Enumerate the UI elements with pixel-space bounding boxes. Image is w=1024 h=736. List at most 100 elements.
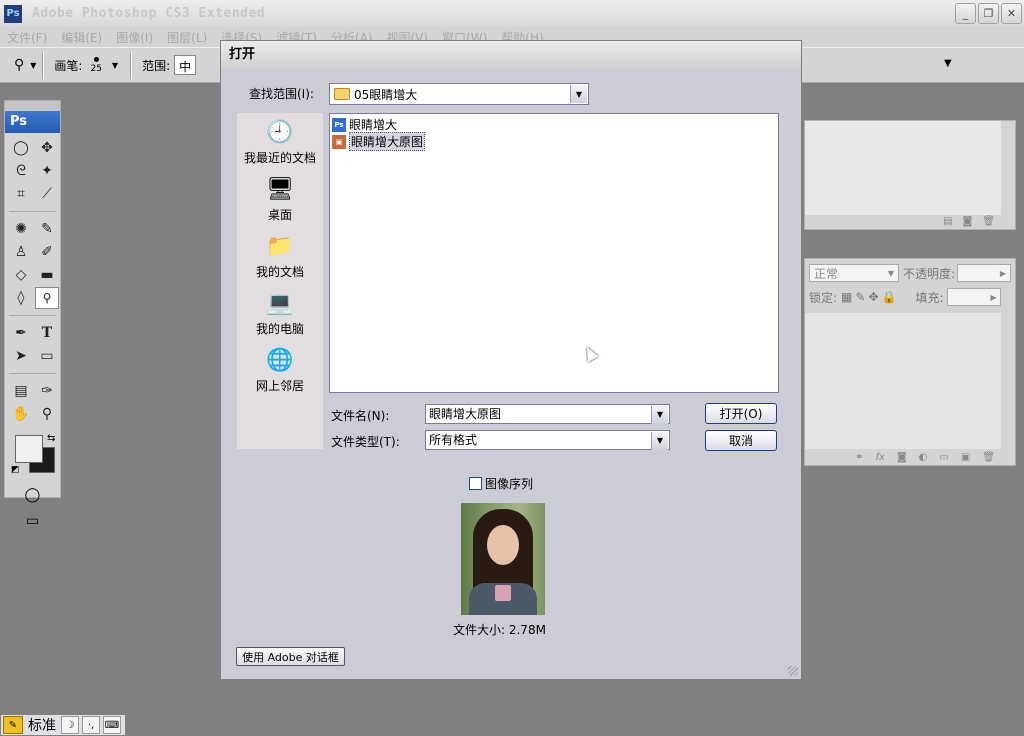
soft-keyboard-icon[interactable]: ⌨	[103, 716, 121, 734]
lasso-icon[interactable]: ᘓ	[9, 160, 33, 182]
default-colors-icon[interactable]: ◩	[11, 465, 20, 475]
place-desktop[interactable]: 🖥 桌面	[237, 170, 323, 227]
menu-image[interactable]: 图像(I)	[109, 29, 160, 46]
minimize-icon[interactable]: _	[955, 3, 976, 24]
lookin-select[interactable]: 05眼睛增大 ▼	[329, 83, 589, 105]
image-sequence-checkbox[interactable]	[469, 477, 482, 490]
hand-icon[interactable]: ✋	[9, 403, 33, 425]
marquee-icon[interactable]: ◯	[9, 137, 33, 159]
gradient-icon[interactable]: ▬	[35, 264, 59, 286]
blur-icon[interactable]: ◊	[9, 287, 33, 309]
window-controls: _ ❐ ✕	[955, 3, 1022, 24]
tools-panel-grip[interactable]	[5, 101, 60, 111]
tool-preset-icon[interactable]: ⚲	[14, 57, 24, 73]
foreground-color-swatch[interactable]	[15, 435, 43, 463]
blend-mode-select[interactable]: 正常 ▼	[809, 264, 899, 282]
dialog-title[interactable]: 打开	[221, 41, 801, 69]
zoom-icon[interactable]: ⚲	[35, 403, 59, 425]
ime-logo-icon[interactable]: ✎	[3, 716, 23, 734]
ime-mode[interactable]: 标准	[26, 715, 58, 735]
image-file-icon: ▣	[332, 134, 346, 149]
half-width-icon[interactable]: ☽	[61, 716, 79, 734]
place-my-documents[interactable]: 📁 我的文档	[237, 227, 323, 284]
screen-mode-icon[interactable]: ▭	[9, 509, 57, 533]
place-network[interactable]: 🌐 网上邻居	[237, 341, 323, 398]
tools-ps-logo[interactable]: Ps	[5, 111, 60, 133]
quick-mask-icon[interactable]: ◯	[9, 483, 57, 507]
link-icon[interactable]: ⚭	[855, 452, 863, 463]
file-list[interactable]: Ps 眼睛增大 ▣ 眼睛增大原图	[329, 113, 779, 393]
eyedropper-icon[interactable]: ✑	[35, 380, 59, 402]
path-selection-icon[interactable]: ➤	[9, 345, 33, 367]
recent-documents-icon: 🕘	[266, 119, 294, 145]
panel-menu-icon[interactable]: ▤	[943, 216, 952, 227]
trash-icon[interactable]: 🗑	[982, 452, 995, 463]
filename-input[interactable]: 眼睛增大原图 ▼	[425, 404, 670, 424]
history-brush-icon[interactable]: ✐	[35, 241, 59, 263]
crop-icon[interactable]: ⌗	[9, 183, 33, 205]
menu-layer[interactable]: 图层(L)	[160, 29, 214, 46]
brush-icon[interactable]: ✎	[35, 218, 59, 240]
file-item[interactable]: Ps 眼睛增大	[332, 116, 776, 133]
layers-blend-row: 正常 ▼ 不透明度: ▶	[805, 261, 1015, 285]
open-dialog: 打开 查找范围(I): 05眼睛增大 ▼ 🕘 我最近的文档 🖥 桌面 📁 我的文…	[220, 40, 802, 680]
brush-arrow-icon[interactable]: ▼	[112, 61, 118, 70]
tools-panel: Ps ◯ ✥ ᘓ ✦ ⌗ ⟋ ✺ ✎ ♙ ✐ ◇ ▬ ◊ ⚲ ✒ T ➤ ▭ ▤…	[4, 100, 61, 529]
healing-brush-icon[interactable]: ✺	[9, 218, 33, 240]
cancel-button[interactable]: 取消	[705, 430, 777, 451]
file-name: 眼睛增大原图	[349, 132, 426, 151]
file-size: 文件大小: 2.78M	[453, 623, 546, 637]
chevron-down-icon[interactable]: ▼	[651, 406, 668, 424]
folder-icon[interactable]: ▭	[939, 452, 948, 463]
lookin-value: 05眼睛增大	[354, 87, 418, 102]
opacity-field[interactable]: ▶	[957, 264, 1011, 282]
tool-preset-arrow-icon[interactable]: ▼	[30, 61, 36, 70]
menu-edit[interactable]: 编辑(E)	[54, 29, 109, 46]
pen-icon[interactable]: ✒	[9, 322, 33, 344]
range-select[interactable]: 中间调	[174, 55, 197, 75]
file-name: 眼睛增大	[349, 118, 398, 132]
brush-label: 画笔:	[54, 58, 83, 73]
chevron-down-icon[interactable]: ▼	[651, 432, 668, 450]
panel-footer: ▤ ◙ 🗑	[805, 213, 1015, 229]
type-icon[interactable]: T	[35, 322, 59, 344]
fill-field[interactable]: ▶	[947, 288, 1002, 306]
desktop-icon: 🖥	[266, 176, 294, 202]
workspace-arrow-icon[interactable]: ▼	[944, 58, 952, 69]
rectangle-icon[interactable]: ▭	[35, 345, 59, 367]
open-button[interactable]: 打开(O)	[705, 403, 777, 424]
brush-picker[interactable]: 25	[90, 56, 102, 74]
file-item-selected[interactable]: ▣ 眼睛增大原图	[332, 132, 776, 151]
lock-icons[interactable]: ▦✎✥🔒	[841, 290, 899, 304]
eraser-icon[interactable]: ◇	[9, 264, 33, 286]
magic-wand-icon[interactable]: ✦	[35, 160, 59, 182]
resize-grip-icon[interactable]	[788, 666, 798, 676]
place-my-computer[interactable]: 💻 我的电脑	[237, 284, 323, 341]
app-title: Adobe Photoshop CS3 Extended	[32, 6, 266, 21]
fx-icon[interactable]: fx	[876, 452, 885, 463]
lookin-label: 查找范围(I):	[249, 87, 314, 101]
photoshop-app-icon[interactable]: Ps	[4, 4, 22, 23]
adjustment-icon[interactable]: ◐	[919, 452, 928, 463]
opacity-label: 不透明度:	[902, 266, 956, 281]
slice-icon[interactable]: ⟋	[35, 183, 59, 205]
clone-stamp-icon[interactable]: ♙	[9, 241, 33, 263]
range-label: 范围:	[142, 58, 171, 73]
swap-colors-icon[interactable]: ⇆	[47, 433, 55, 444]
filetype-select[interactable]: 所有格式 ▼	[425, 430, 670, 450]
camera-icon[interactable]: ◙	[963, 216, 973, 227]
place-recent[interactable]: 🕘 我最近的文档	[237, 113, 323, 170]
mask-icon[interactable]: ◙	[897, 452, 907, 463]
dodge-icon[interactable]: ⚲	[35, 287, 59, 309]
restore-icon[interactable]: ❐	[978, 3, 999, 24]
close-icon[interactable]: ✕	[1001, 3, 1022, 24]
move-icon[interactable]: ✥	[35, 137, 59, 159]
punctuation-icon[interactable]: ·,	[82, 716, 100, 734]
use-adobe-dialog-button[interactable]: 使用 Adobe 对话框	[236, 647, 345, 666]
menu-file[interactable]: 文件(F)	[0, 29, 54, 46]
image-sequence-row[interactable]: 图像序列	[469, 475, 533, 492]
new-layer-icon[interactable]: ▣	[961, 452, 970, 463]
chevron-down-icon[interactable]: ▼	[570, 85, 587, 103]
notes-icon[interactable]: ▤	[9, 380, 33, 402]
trash-icon[interactable]: 🗑	[982, 216, 995, 227]
